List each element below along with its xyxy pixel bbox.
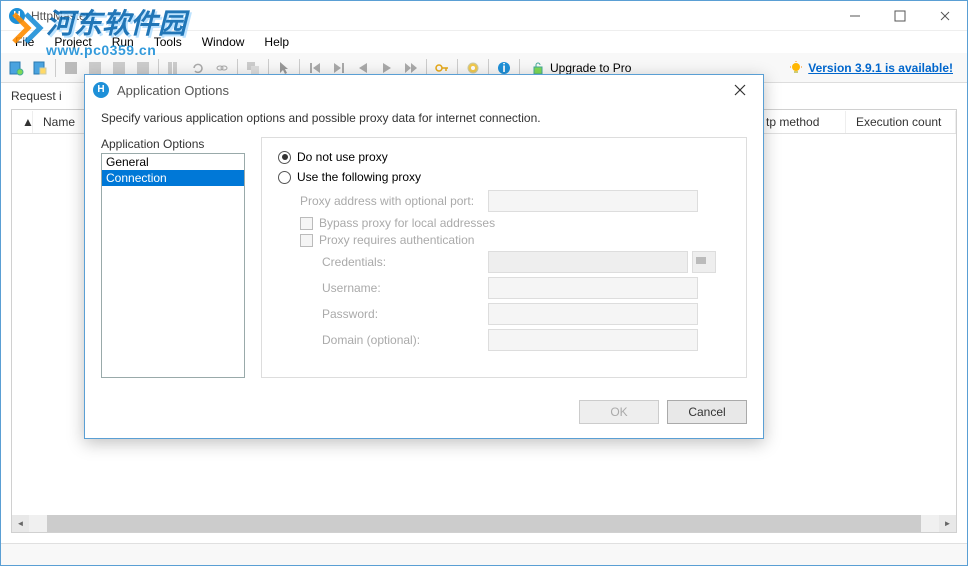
close-button[interactable] bbox=[922, 2, 967, 30]
radio-icon bbox=[278, 171, 291, 184]
horizontal-scrollbar[interactable]: ◄ ► bbox=[12, 515, 956, 532]
options-panel: Do not use proxy Use the following proxy… bbox=[261, 137, 747, 378]
auth-label: Proxy requires authentication bbox=[319, 233, 474, 247]
checkbox-icon bbox=[300, 217, 313, 230]
radio-icon bbox=[278, 151, 291, 164]
svg-text:i: i bbox=[502, 61, 505, 75]
version-link[interactable]: Version 3.9.1 is available! bbox=[788, 60, 953, 76]
sort-indicator-icon[interactable]: ▲ bbox=[12, 111, 33, 133]
options-tree[interactable]: General Connection bbox=[101, 153, 245, 378]
maximize-button[interactable] bbox=[877, 2, 922, 30]
menu-help[interactable]: Help bbox=[254, 33, 299, 51]
radio-use-proxy-label: Use the following proxy bbox=[297, 170, 421, 184]
checkbox-icon bbox=[300, 234, 313, 247]
dialog-titlebar: H Application Options bbox=[85, 75, 763, 105]
dialog-icon: H bbox=[93, 82, 109, 98]
app-icon: H bbox=[9, 8, 25, 24]
radio-use-proxy[interactable]: Use the following proxy bbox=[278, 170, 730, 184]
menu-project[interactable]: Project bbox=[44, 33, 101, 51]
username-input bbox=[488, 277, 698, 299]
window-title: HttpMaster bbox=[31, 9, 832, 23]
minimize-button[interactable] bbox=[832, 2, 877, 30]
menubar: File Project Run Tools Window Help bbox=[1, 31, 967, 53]
tree-item-general[interactable]: General bbox=[102, 154, 244, 170]
credentials-label: Credentials: bbox=[322, 255, 480, 269]
version-label: Version 3.9.1 is available! bbox=[808, 61, 953, 75]
titlebar: H HttpMaster bbox=[1, 1, 967, 31]
bypass-checkbox: Bypass proxy for local addresses bbox=[300, 216, 730, 230]
domain-input bbox=[488, 329, 698, 351]
save-icon[interactable] bbox=[60, 57, 82, 79]
application-options-dialog: H Application Options Specify various ap… bbox=[84, 74, 764, 439]
menu-file[interactable]: File bbox=[5, 33, 44, 51]
radio-no-proxy[interactable]: Do not use proxy bbox=[278, 150, 730, 164]
menu-run[interactable]: Run bbox=[102, 33, 144, 51]
upgrade-label: Upgrade to Pro bbox=[550, 61, 631, 75]
scroll-thumb[interactable] bbox=[47, 515, 921, 532]
separator-icon bbox=[55, 59, 56, 77]
radio-no-proxy-label: Do not use proxy bbox=[297, 150, 388, 164]
dialog-footer: OK Cancel bbox=[85, 390, 763, 438]
tree-item-connection[interactable]: Connection bbox=[102, 170, 244, 186]
dialog-title: Application Options bbox=[117, 83, 725, 98]
dialog-description: Specify various application options and … bbox=[85, 105, 763, 137]
auth-checkbox: Proxy requires authentication bbox=[300, 233, 730, 247]
ok-button: OK bbox=[579, 400, 659, 424]
new-project-icon[interactable] bbox=[5, 57, 27, 79]
password-label: Password: bbox=[322, 307, 480, 321]
scroll-right-icon[interactable]: ► bbox=[939, 515, 956, 532]
scroll-left-icon[interactable]: ◄ bbox=[12, 515, 29, 532]
credentials-browse-button bbox=[692, 251, 716, 273]
request-label: Request i bbox=[11, 89, 62, 103]
menu-window[interactable]: Window bbox=[192, 33, 255, 51]
scroll-track[interactable] bbox=[29, 515, 939, 532]
bulb-icon bbox=[788, 60, 804, 76]
password-input bbox=[488, 303, 698, 325]
open-project-icon[interactable] bbox=[29, 57, 51, 79]
col-http-method[interactable]: tp method bbox=[756, 111, 846, 133]
credentials-select bbox=[488, 251, 688, 273]
cancel-button[interactable]: Cancel bbox=[667, 400, 747, 424]
bypass-label: Bypass proxy for local addresses bbox=[319, 216, 495, 230]
menu-tools[interactable]: Tools bbox=[144, 33, 192, 51]
username-label: Username: bbox=[322, 281, 480, 295]
dialog-close-button[interactable] bbox=[725, 75, 755, 105]
proxy-address-input bbox=[488, 190, 698, 212]
statusbar bbox=[1, 543, 967, 565]
proxy-address-label: Proxy address with optional port: bbox=[300, 194, 480, 208]
tree-label: Application Options bbox=[101, 137, 245, 151]
domain-label: Domain (optional): bbox=[322, 333, 480, 347]
col-exec-count[interactable]: Execution count bbox=[846, 111, 956, 133]
